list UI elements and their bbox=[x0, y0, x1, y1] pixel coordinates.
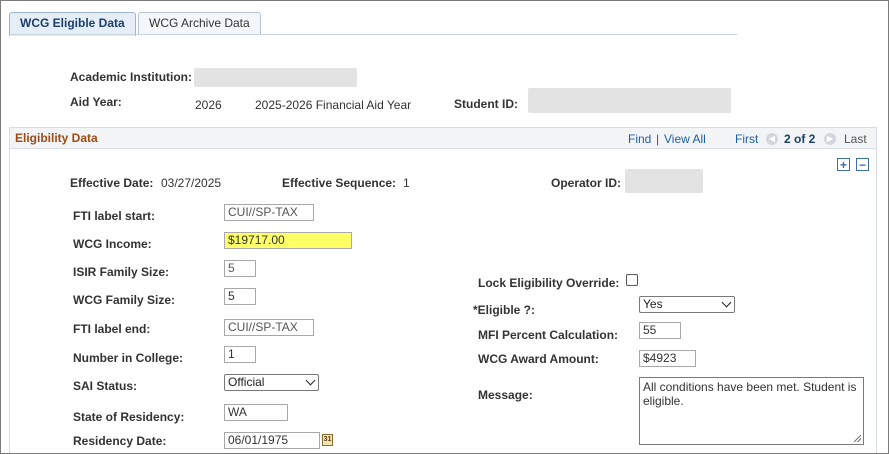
eligible-select[interactable]: Yes bbox=[639, 296, 735, 313]
wcg-income-field[interactable]: $19717.00 bbox=[224, 232, 352, 249]
add-row-button[interactable]: + bbox=[837, 158, 850, 171]
arrow-right-circle-icon[interactable]: ▶ bbox=[824, 133, 836, 145]
residency-date-label: Residency Date: bbox=[73, 434, 167, 448]
fti-label-start-field: CUI//SP-TAX bbox=[224, 204, 314, 221]
state-of-residency-label: State of Residency: bbox=[73, 410, 185, 424]
effective-sequence-value: 1 bbox=[403, 176, 410, 190]
residency-date-field[interactable]: 06/01/1975 bbox=[224, 432, 320, 449]
delete-row-button[interactable]: − bbox=[856, 158, 869, 171]
mfi-percent-calculation-label: MFI Percent Calculation: bbox=[478, 328, 619, 342]
sai-status-selected: Official bbox=[228, 375, 265, 389]
aid-year-value: 2026 bbox=[195, 98, 222, 112]
eligible-selected: Yes bbox=[643, 297, 663, 311]
link-separator: | bbox=[656, 132, 660, 146]
student-id-value-redacted bbox=[528, 88, 731, 113]
eligible-label: *Eligible ?: bbox=[473, 303, 536, 317]
academic-institution-label: Academic Institution: bbox=[70, 70, 193, 84]
wcg-award-amount-field[interactable]: $4923 bbox=[639, 350, 696, 367]
lock-eligibility-override-checkbox[interactable] bbox=[626, 274, 638, 286]
sai-status-label: SAI Status: bbox=[73, 379, 138, 393]
operator-id-label: Operator ID: bbox=[551, 176, 622, 190]
academic-institution-value-redacted bbox=[194, 68, 357, 87]
fti-label-end-label: FTI label end: bbox=[73, 322, 151, 336]
chevron-down-icon bbox=[305, 375, 316, 386]
number-in-college-label: Number in College: bbox=[73, 351, 184, 365]
arrow-left-circle-icon[interactable]: ◀ bbox=[766, 133, 778, 145]
effective-date-label: Effective Date: bbox=[70, 176, 154, 190]
operator-id-value-redacted bbox=[625, 169, 703, 193]
eligibility-data-header: Eligibility Data Find | View All First ◀… bbox=[9, 127, 877, 149]
fti-label-end-field: CUI//SP-TAX bbox=[224, 319, 314, 336]
first-link[interactable]: First bbox=[735, 132, 758, 146]
state-of-residency-field[interactable]: WA bbox=[224, 404, 288, 421]
isir-family-size-label: ISIR Family Size: bbox=[73, 265, 170, 279]
effective-date-value: 03/27/2025 bbox=[161, 176, 222, 190]
wcg-family-size-field[interactable]: 5 bbox=[224, 288, 256, 305]
page-frame: WCG Eligible Data WCG Archive Data Acade… bbox=[0, 0, 889, 454]
lock-eligibility-override-label: Lock Eligibility Override: bbox=[478, 276, 620, 290]
message-label: Message: bbox=[478, 388, 533, 402]
tab-underline bbox=[9, 34, 737, 35]
wcg-award-amount-label: WCG Award Amount: bbox=[478, 352, 599, 366]
aid-year-label: Aid Year: bbox=[70, 95, 122, 109]
wcg-family-size-label: WCG Family Size: bbox=[73, 293, 176, 307]
isir-family-size-field: 5 bbox=[224, 260, 256, 277]
find-link[interactable]: Find bbox=[628, 132, 651, 146]
wcg-income-label: WCG Income: bbox=[73, 237, 152, 251]
message-text: All conditions have been met. Student is… bbox=[643, 380, 857, 408]
tab-wcg-eligible-data[interactable]: WCG Eligible Data bbox=[9, 12, 136, 36]
chevron-down-icon bbox=[721, 297, 732, 308]
mfi-percent-calculation-field[interactable]: 55 bbox=[639, 322, 681, 339]
aid-year-description: 2025-2026 Financial Aid Year bbox=[255, 98, 412, 112]
message-textarea[interactable]: All conditions have been met. Student is… bbox=[639, 377, 864, 445]
last-link[interactable]: Last bbox=[844, 132, 867, 146]
student-id-label: Student ID: bbox=[454, 97, 518, 111]
tab-wcg-archive-data[interactable]: WCG Archive Data bbox=[138, 12, 261, 34]
row-position: 2 of 2 bbox=[784, 132, 816, 146]
effective-sequence-label: Effective Sequence: bbox=[282, 176, 397, 190]
fti-label-start-label: FTI label start: bbox=[73, 209, 156, 223]
number-in-college-field[interactable]: 1 bbox=[224, 346, 256, 363]
section-title: Eligibility Data bbox=[15, 131, 98, 145]
view-all-link[interactable]: View All bbox=[664, 132, 706, 146]
calendar-icon[interactable]: 31 bbox=[322, 434, 333, 446]
sai-status-select[interactable]: Official bbox=[224, 374, 319, 391]
resize-grip-icon[interactable] bbox=[854, 435, 861, 442]
